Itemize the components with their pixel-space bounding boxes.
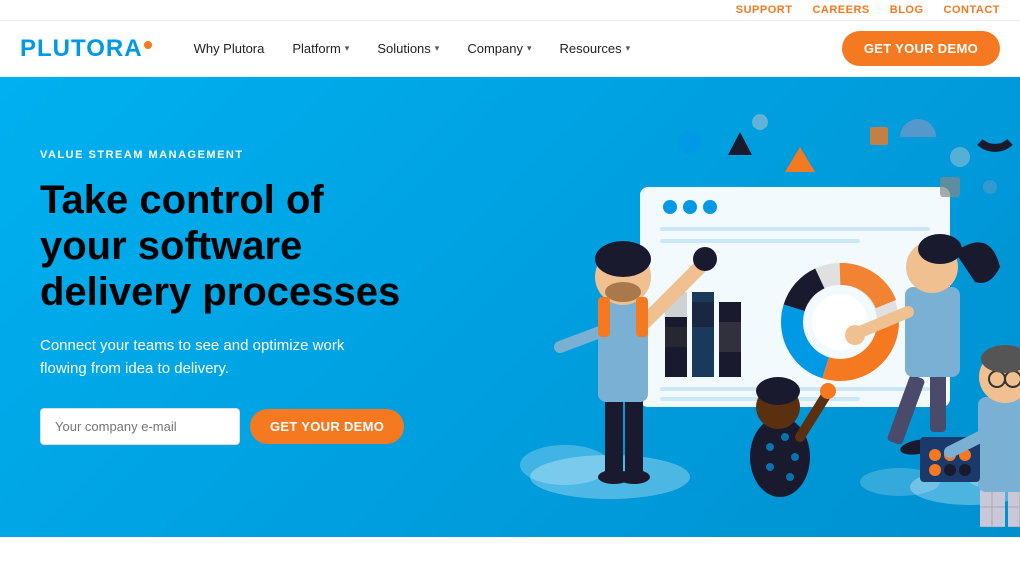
blog-link[interactable]: BLOG (890, 4, 924, 16)
top-bar: SUPPORT CAREERS BLOG CONTACT (0, 0, 1020, 21)
nav-item-company[interactable]: Company ▾ (455, 33, 543, 64)
email-input[interactable] (40, 408, 240, 445)
solutions-chevron: ▾ (435, 43, 440, 54)
careers-link[interactable]: CAREERS (812, 4, 869, 16)
hero-title: Take control of your software delivery p… (40, 177, 420, 315)
nav-cta-button[interactable]: GET YOUR DEMO (842, 31, 1000, 66)
hero-illustration (400, 77, 1020, 537)
nav-item-resources[interactable]: Resources ▾ (548, 33, 643, 64)
main-nav: PLUTORA Why Plutora Platform ▾ Solutions… (0, 21, 1020, 77)
logo-dot (144, 41, 152, 49)
nav-links: Why Plutora Platform ▾ Solutions ▾ Compa… (182, 33, 842, 64)
hero-svg (410, 87, 1020, 527)
contact-link[interactable]: CONTACT (944, 4, 1000, 16)
platform-chevron: ▾ (345, 43, 350, 54)
support-link[interactable]: SUPPORT (736, 4, 793, 16)
hero-content: VALUE STREAM MANAGEMENT Take control of … (40, 149, 420, 445)
hero-cta-button[interactable]: GET YOUR DEMO (250, 409, 404, 444)
hero-section: VALUE STREAM MANAGEMENT Take control of … (0, 77, 1020, 537)
resources-chevron: ▾ (626, 43, 631, 54)
hero-description: Connect your teams to see and optimize w… (40, 335, 360, 380)
logo-text: PLUTORA (20, 35, 143, 63)
company-chevron: ▾ (527, 43, 532, 54)
hero-form: GET YOUR DEMO (40, 408, 420, 445)
nav-item-platform[interactable]: Platform ▾ (280, 33, 361, 64)
nav-item-why-plutora[interactable]: Why Plutora (182, 33, 277, 64)
logo[interactable]: PLUTORA (20, 35, 152, 63)
hero-subtitle: VALUE STREAM MANAGEMENT (40, 149, 420, 161)
nav-item-solutions[interactable]: Solutions ▾ (365, 33, 451, 64)
